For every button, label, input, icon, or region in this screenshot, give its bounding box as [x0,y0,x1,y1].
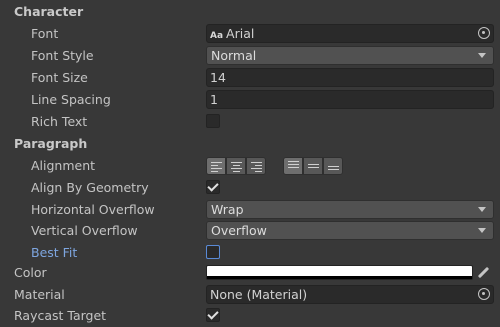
rich-text-row: Rich Text [0,111,500,133]
align-middle-icon [308,164,319,170]
chevron-down-icon [478,207,486,212]
material-row: Material None (Material) [0,284,500,306]
align-right-icon [251,162,262,174]
align-left-icon [211,162,222,174]
alignment-row: Alignment [0,155,500,177]
horizontal-overflow-value: Wrap [211,202,244,217]
material-label: Material [14,287,65,302]
section-title: Character [14,4,84,19]
align-top-button[interactable] [283,157,303,175]
font-style-value: Normal [211,48,257,63]
font-asset-icon: Aa [210,31,224,41]
align-left-button[interactable] [206,157,226,175]
vertical-alignment-group [283,157,343,175]
align-by-geometry-checkbox[interactable] [206,180,220,194]
alpha-bar [207,276,472,279]
horizontal-overflow-dropdown[interactable]: Wrap [206,200,494,219]
color-swatch[interactable] [206,265,473,280]
raycast-target-checkbox[interactable] [206,308,220,322]
align-center-icon [231,162,242,174]
align-center-button[interactable] [226,157,246,175]
font-style-label: Font Style [31,48,94,63]
horizontal-overflow-label: Horizontal Overflow [31,202,155,217]
material-value: None (Material) [210,287,308,302]
target-icon[interactable] [478,27,490,39]
eyedropper-button[interactable] [475,265,493,280]
line-spacing-label: Line Spacing [31,92,111,107]
raycast-target-row: Raycast Target [0,305,500,327]
font-value: Arial [226,26,255,41]
vertical-overflow-label: Vertical Overflow [31,223,138,238]
align-bottom-button[interactable] [323,157,343,175]
checkmark-icon [207,180,219,192]
font-style-dropdown[interactable]: Normal [206,46,494,65]
align-right-button[interactable] [246,157,266,175]
section-character: Character [0,1,500,23]
chevron-down-icon [478,53,486,58]
align-middle-button[interactable] [303,157,323,175]
font-size-label: Font Size [31,70,88,85]
color-label: Color [14,265,47,280]
font-row: Font Aa Arial [0,23,500,45]
chevron-down-icon [478,228,486,233]
vertical-overflow-dropdown[interactable]: Overflow [206,221,494,240]
font-size-input[interactable]: 14 [206,68,494,87]
raycast-target-label: Raycast Target [14,308,107,323]
vertical-overflow-value: Overflow [211,223,267,238]
section-title: Paragraph [14,136,88,151]
rich-text-checkbox[interactable] [206,114,220,128]
font-label: Font [31,26,59,41]
best-fit-label: Best Fit [31,245,78,260]
horizontal-overflow-row: Horizontal Overflow Wrap [0,199,500,221]
vertical-overflow-row: Vertical Overflow Overflow [0,220,500,242]
best-fit-checkbox[interactable] [206,245,220,259]
eyedropper-icon [477,266,490,279]
best-fit-row: Best Fit [0,242,500,264]
align-by-geometry-label: Align By Geometry [31,180,149,195]
material-field[interactable]: None (Material) [206,285,494,304]
color-row: Color [0,262,500,284]
checkmark-icon [207,308,219,320]
rich-text-label: Rich Text [31,114,88,129]
line-spacing-row: Line Spacing 1 [0,89,500,111]
horizontal-alignment-group [206,157,266,175]
align-bottom-icon [328,166,339,172]
target-icon[interactable] [478,288,490,300]
alignment-label: Alignment [31,158,96,173]
font-size-row: Font Size 14 [0,67,500,89]
section-paragraph: Paragraph [0,133,500,155]
line-spacing-input[interactable]: 1 [206,90,494,109]
font-style-row: Font Style Normal [0,45,500,67]
font-field[interactable]: Aa Arial [206,24,494,43]
align-by-geometry-row: Align By Geometry [0,177,500,199]
align-top-icon [288,161,299,170]
